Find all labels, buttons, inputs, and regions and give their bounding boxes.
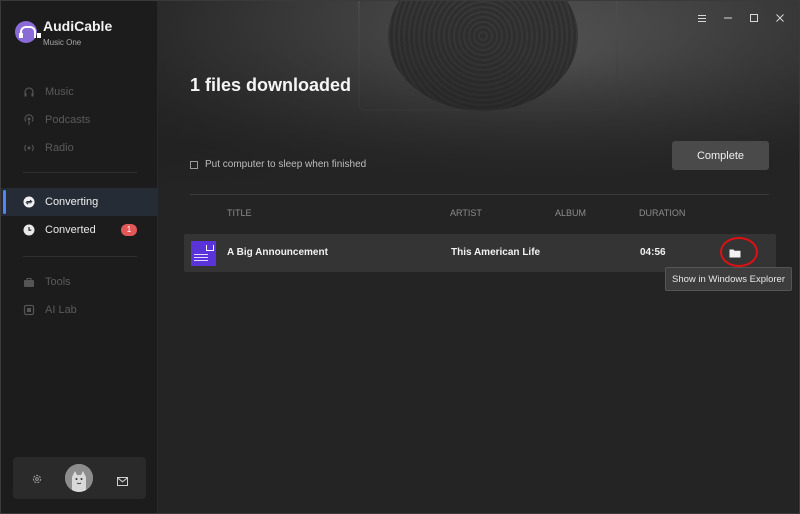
sidebar-item-label: Music (45, 86, 74, 98)
folder-icon[interactable] (724, 242, 746, 264)
main-panel: 1 files downloaded Put computer to sleep… (158, 1, 799, 513)
app-subtitle: Music One (43, 38, 82, 47)
gear-icon[interactable] (31, 472, 43, 484)
clock-icon (23, 224, 35, 236)
sleep-option[interactable]: Put computer to sleep when finished (190, 159, 366, 170)
sidebar-divider (23, 172, 137, 173)
app-logo-icon (15, 21, 41, 43)
app-window: AudiCable Music One Music Podcasts Radio… (0, 0, 800, 514)
sidebar-item-tools[interactable]: Tools (1, 268, 158, 296)
sidebar-item-converting[interactable]: Converting (1, 188, 158, 216)
sidebar-item-label: Radio (45, 142, 74, 154)
sidebar-item-label: Converted (45, 224, 96, 236)
album-art (191, 241, 216, 266)
converting-icon (23, 196, 35, 208)
sidebar-item-radio[interactable]: Radio (1, 134, 158, 162)
table-header: TITLE ARTIST ALBUM DURATION (158, 208, 799, 220)
sidebar-footer (13, 457, 146, 499)
sidebar-nav-extras: Tools AI Lab (1, 268, 158, 324)
podcast-icon (23, 114, 35, 126)
sidebar-item-label: Podcasts (45, 114, 91, 126)
close-icon[interactable] (775, 13, 785, 23)
sidebar-item-music[interactable]: Music (1, 78, 158, 106)
converted-count-badge: 1 (121, 224, 137, 236)
toolbox-icon (23, 276, 35, 288)
column-artist: ARTIST (450, 208, 482, 218)
column-album: ALBUM (555, 208, 587, 218)
page-title: 1 files downloaded (190, 75, 352, 95)
complete-button[interactable]: Complete (672, 141, 769, 170)
row-duration: 04:56 (640, 247, 666, 258)
sidebar-divider (23, 256, 137, 257)
brand: AudiCable Music One (15, 17, 112, 47)
sidebar-nav-tasks: Converting Converted 1 (1, 188, 158, 244)
avatar[interactable] (65, 464, 93, 492)
row-artist: This American Life (451, 247, 541, 258)
sleep-checkbox[interactable] (190, 160, 198, 169)
row-title: A Big Announcement (227, 247, 328, 258)
sleep-label: Put computer to sleep when finished (205, 159, 367, 170)
sidebar-item-ai-lab[interactable]: AI Lab (1, 296, 158, 324)
mail-icon[interactable] (117, 473, 128, 486)
show-in-explorer-tooltip: Show in Windows Explorer (665, 267, 792, 291)
sidebar-item-podcasts[interactable]: Podcasts (1, 106, 158, 134)
minimize-icon[interactable] (723, 13, 733, 23)
sidebar-item-label: Converting (45, 196, 99, 208)
sidebar-item-label: AI Lab (45, 304, 77, 316)
column-title: TITLE (227, 208, 252, 218)
maximize-icon[interactable] (749, 13, 759, 23)
menu-icon[interactable] (697, 13, 707, 23)
sidebar-item-label: Tools (45, 276, 71, 288)
sidebar-nav-sources: Music Podcasts Radio (1, 78, 158, 162)
app-name: AudiCable (43, 18, 113, 34)
window-controls (697, 13, 785, 23)
ai-icon (23, 304, 35, 316)
sidebar: AudiCable Music One Music Podcasts Radio… (1, 1, 158, 513)
sidebar-item-converted[interactable]: Converted 1 (1, 216, 158, 244)
radio-icon (23, 142, 35, 154)
headphones-icon (23, 86, 35, 98)
column-duration: DURATION (639, 208, 686, 218)
header-divider (190, 194, 769, 195)
